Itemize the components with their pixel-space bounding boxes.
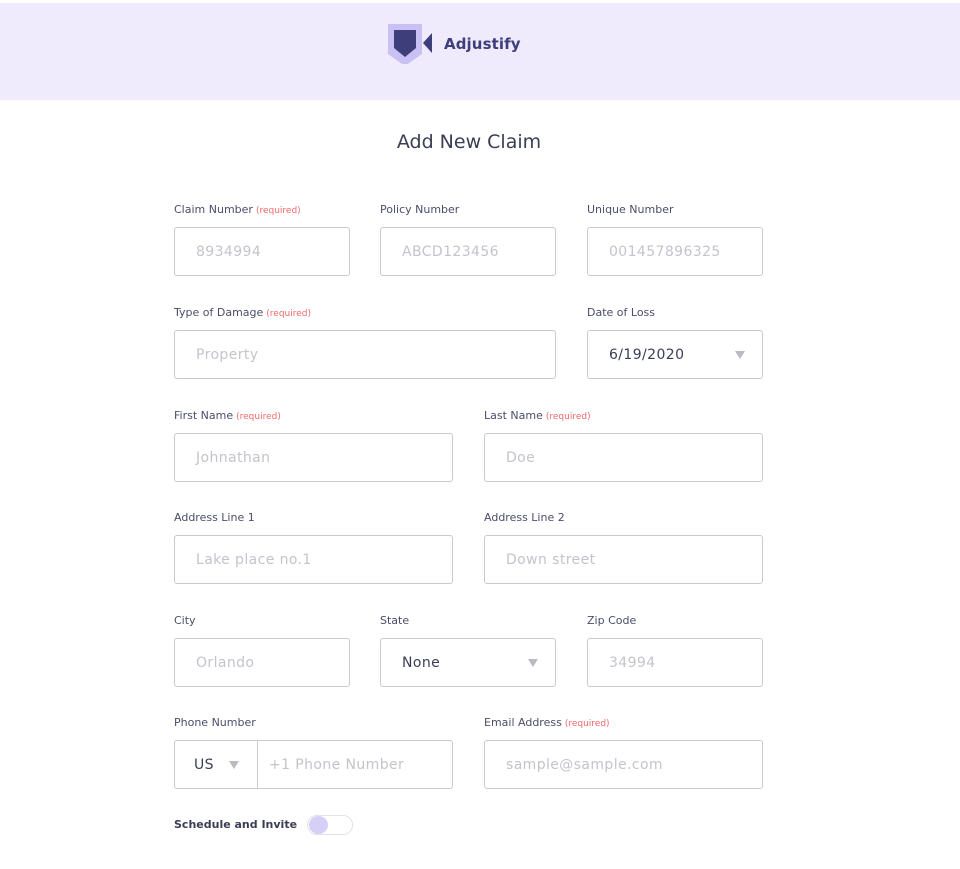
email-address-label: Email Address (required): [484, 716, 610, 729]
type-of-damage-input[interactable]: Property: [174, 330, 556, 379]
policy-number-label: Policy Number: [380, 203, 460, 216]
phone-number-label: Phone Number: [174, 716, 256, 729]
address-line-2-input[interactable]: Down street: [484, 535, 763, 584]
required-marker: (required): [545, 412, 591, 422]
zip-code-input[interactable]: 34994: [587, 638, 763, 687]
address-line-2-placeholder: Down street: [506, 551, 596, 568]
claim-number-label: Claim Number (required): [174, 203, 301, 216]
address-line-2-label: Address Line 2: [484, 511, 565, 524]
first-name-label-text: First Name: [174, 409, 234, 422]
unique-number-placeholder: 001457896325: [609, 243, 721, 260]
phone-number-input[interactable]: +1 Phone Number: [258, 757, 404, 773]
country-code-value: US: [194, 756, 214, 773]
state-select[interactable]: None: [380, 638, 556, 687]
first-name-placeholder: Johnathan: [196, 449, 271, 466]
zip-code-placeholder: 34994: [609, 654, 656, 671]
brand-logo[interactable]: Adjustify: [388, 24, 521, 64]
state-label: State: [380, 614, 410, 627]
required-marker: (required): [255, 206, 301, 216]
type-of-damage-label: Type of Damage (required): [174, 306, 311, 319]
phone-number-group: US +1 Phone Number: [174, 740, 453, 789]
toggle-knob: [309, 816, 328, 834]
claim-number-placeholder: 8934994: [196, 243, 262, 260]
shield-play-logo-icon: [388, 24, 432, 64]
unique-number-label: Unique Number: [587, 203, 674, 216]
last-name-placeholder: Doe: [506, 449, 536, 466]
email-address-label-text: Email Address: [484, 716, 562, 729]
email-address-placeholder: sample@sample.com: [506, 756, 663, 773]
chevron-down-icon: [528, 659, 538, 667]
address-line-1-label: Address Line 1: [174, 511, 255, 524]
address-line-1-placeholder: Lake place no.1: [196, 551, 312, 568]
date-of-loss-select[interactable]: 6/19/2020: [587, 330, 763, 379]
last-name-label-text: Last Name: [484, 409, 543, 422]
required-marker: (required): [236, 412, 281, 422]
city-placeholder: Orlando: [196, 654, 255, 671]
chevron-down-icon: [229, 761, 239, 769]
last-name-input[interactable]: Doe: [484, 433, 763, 482]
policy-number-placeholder: ABCD123456: [402, 243, 499, 260]
zip-code-label: Zip Code: [587, 614, 637, 627]
type-of-damage-placeholder: Property: [196, 346, 259, 363]
policy-number-input[interactable]: ABCD123456: [380, 227, 556, 276]
state-value: None: [402, 654, 441, 671]
schedule-invite-label: Schedule and Invite: [174, 818, 298, 831]
page-title: Add New Claim: [396, 131, 542, 153]
country-code-select[interactable]: US: [175, 741, 258, 788]
first-name-label: First Name (required): [174, 409, 281, 422]
address-line-1-input[interactable]: Lake place no.1: [174, 535, 453, 584]
brand-name: Adjustify: [444, 35, 521, 53]
email-address-input[interactable]: sample@sample.com: [484, 740, 763, 789]
date-of-loss-label: Date of Loss: [587, 306, 656, 319]
date-of-loss-value: 6/19/2020: [609, 346, 685, 363]
city-label: City: [174, 614, 196, 627]
last-name-label: Last Name (required): [484, 409, 591, 422]
type-of-damage-label-text: Type of Damage: [174, 306, 264, 319]
schedule-invite-toggle[interactable]: [307, 815, 353, 835]
claim-number-input[interactable]: 8934994: [174, 227, 350, 276]
claim-number-label-text: Claim Number: [174, 203, 253, 216]
chevron-down-icon: [735, 351, 745, 359]
first-name-input[interactable]: Johnathan: [174, 433, 453, 482]
unique-number-input[interactable]: 001457896325: [587, 227, 763, 276]
required-marker: (required): [266, 309, 312, 319]
required-marker: (required): [564, 719, 610, 729]
app-header: Adjustify: [0, 3, 960, 100]
city-input[interactable]: Orlando: [174, 638, 350, 687]
